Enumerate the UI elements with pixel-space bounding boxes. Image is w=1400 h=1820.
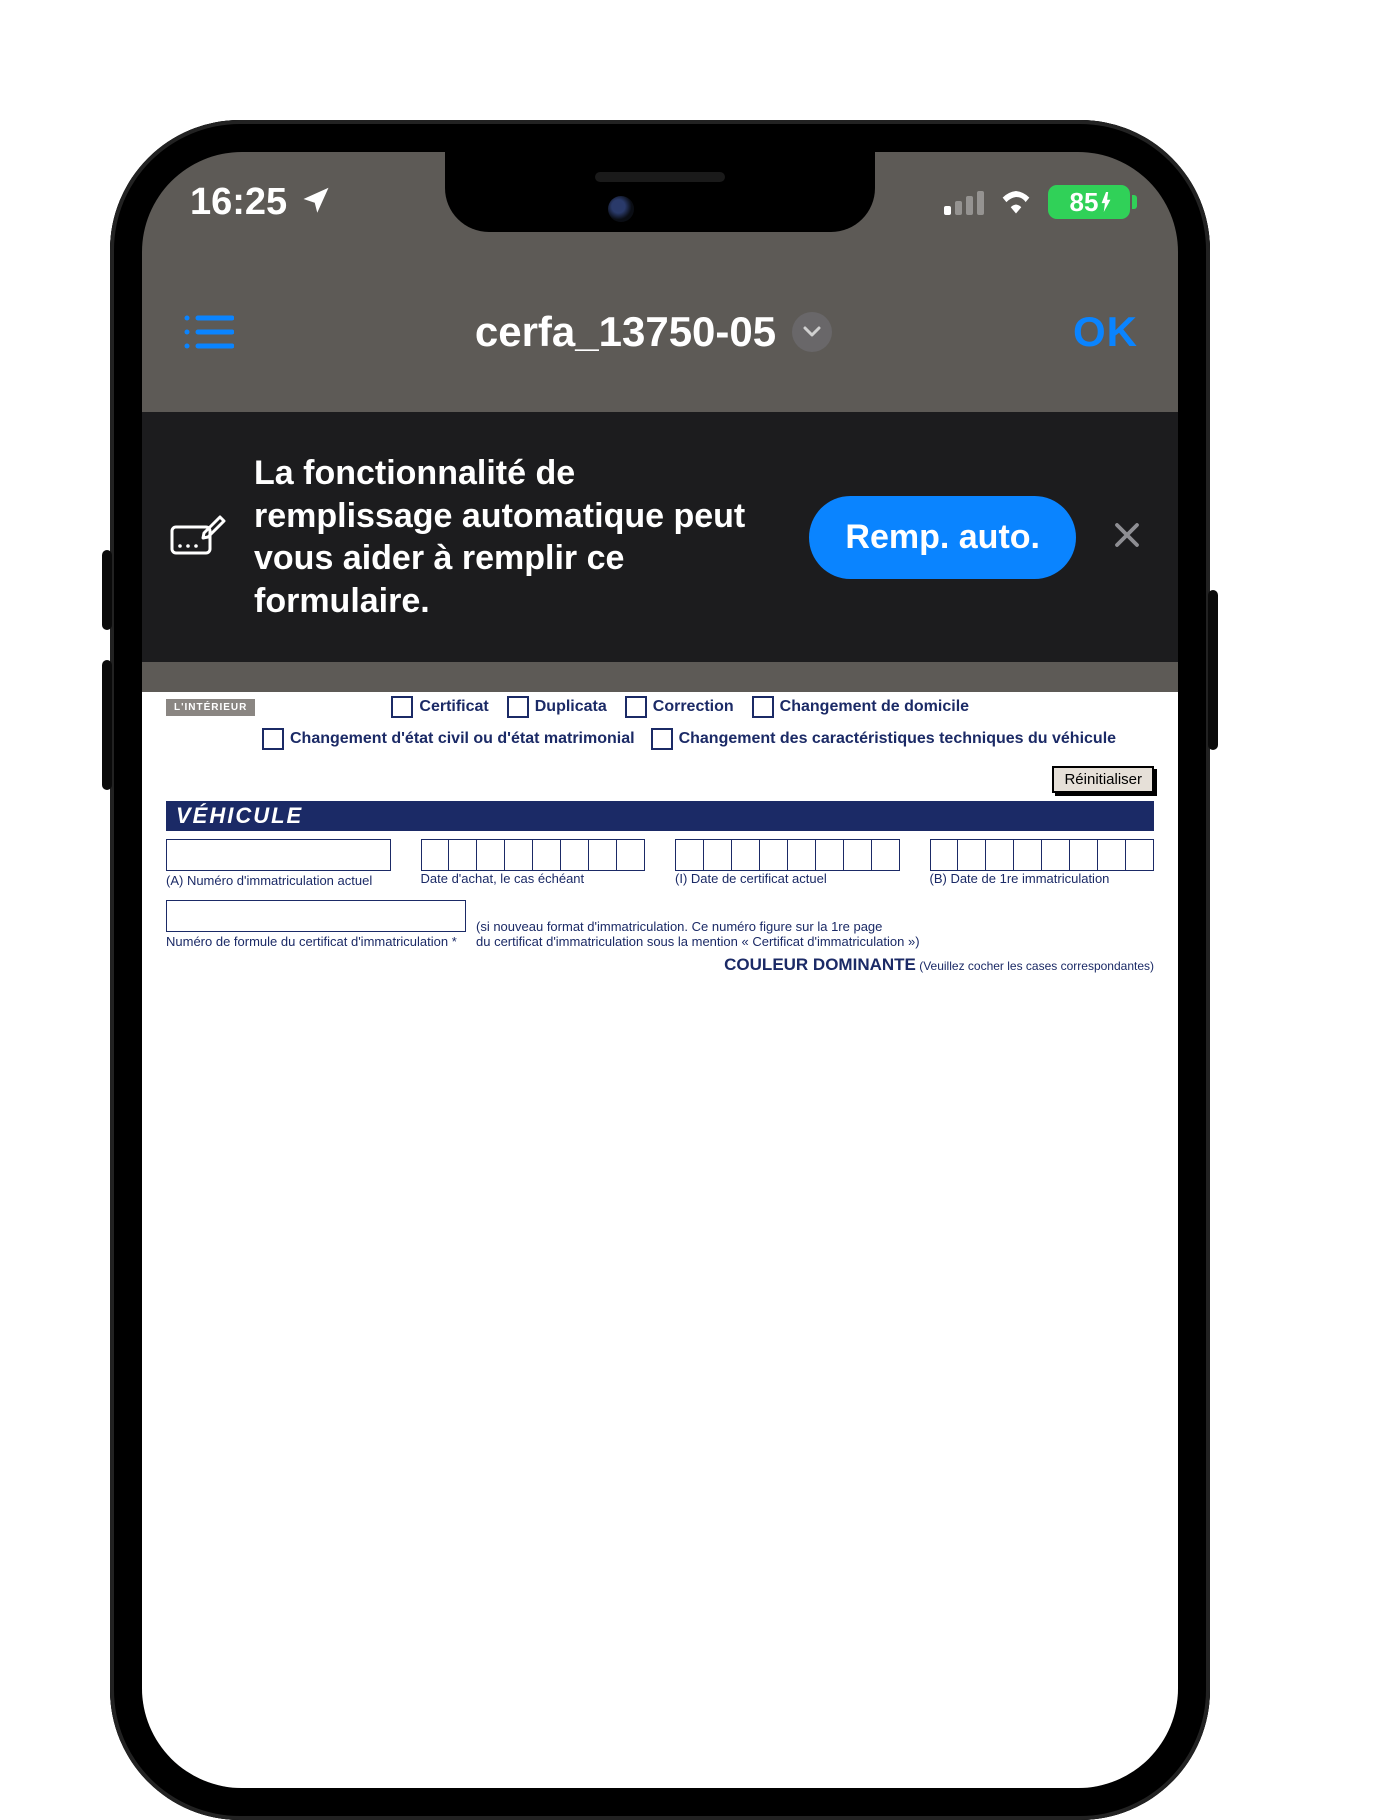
option-etat-civil[interactable]: Changement d'état civil ou d'état matrim… bbox=[262, 728, 635, 750]
front-camera bbox=[608, 196, 634, 222]
option-correction[interactable]: Correction bbox=[625, 696, 734, 718]
pdf-document[interactable]: L'INTÉRIEUR Certificat Duplicata Correct… bbox=[142, 692, 1178, 1788]
close-icon[interactable] bbox=[1104, 520, 1150, 555]
couleur-dominante-label: COULEUR DOMINANTE (Veuillez cocher les c… bbox=[724, 955, 1154, 975]
cellular-signal-icon bbox=[944, 189, 984, 215]
battery-percentage: 85 bbox=[1070, 187, 1099, 218]
form-row-options-1: L'INTÉRIEUR Certificat Duplicata Correct… bbox=[166, 696, 1154, 718]
nav-title: cerfa_13750-05 bbox=[475, 308, 776, 356]
volume-button-1 bbox=[102, 550, 112, 630]
wifi-icon bbox=[998, 186, 1034, 219]
label-numero-formule: Numéro de formule du certificat d'immatr… bbox=[166, 934, 466, 949]
phone-device-frame: 16:25 85 bbox=[110, 120, 1210, 1820]
field-date-certificat[interactable] bbox=[675, 839, 900, 871]
volume-button-2 bbox=[102, 660, 112, 790]
option-changement-domicile[interactable]: Changement de domicile bbox=[752, 696, 969, 718]
phone-screen: 16:25 85 bbox=[142, 152, 1178, 1788]
navigation-bar: cerfa_13750-05 OK bbox=[142, 252, 1178, 412]
autofill-button[interactable]: Remp. auto. bbox=[809, 496, 1076, 579]
notch bbox=[445, 152, 875, 232]
label-date-achat: Date d'achat, le cas échéant bbox=[421, 871, 646, 886]
label-date-certificat: (I) Date de certificat actuel bbox=[675, 871, 900, 886]
vehicule-section-header: VÉHICULE bbox=[166, 801, 1154, 831]
autofill-banner-text: La fonctionnalité de remplissage automat… bbox=[254, 452, 781, 622]
field-numero-formule[interactable] bbox=[166, 900, 466, 932]
reset-button[interactable]: Réinitialiser bbox=[1052, 766, 1154, 793]
vehicule-fields-row: (A) Numéro d'immatriculation actuel Date… bbox=[166, 839, 1154, 888]
label-date-1re-immat: (B) Date de 1re immatriculation bbox=[930, 871, 1155, 886]
field-date-achat[interactable] bbox=[421, 839, 646, 871]
note-formule-2: du certificat d'immatriculation sous la … bbox=[476, 934, 1154, 949]
ok-button[interactable]: OK bbox=[1073, 308, 1138, 356]
nav-title-wrap[interactable]: cerfa_13750-05 bbox=[475, 308, 832, 356]
form-row-options-2: Changement d'état civil ou d'état matrim… bbox=[166, 728, 1154, 793]
option-certificat[interactable]: Certificat bbox=[391, 696, 488, 718]
label-immat-actuel: (A) Numéro d'immatriculation actuel bbox=[166, 873, 391, 888]
autofill-banner: La fonctionnalité de remplissage automat… bbox=[142, 412, 1178, 662]
earpiece-speaker bbox=[595, 172, 725, 182]
location-arrow-icon bbox=[301, 181, 331, 224]
chevron-down-icon[interactable] bbox=[792, 312, 832, 352]
option-duplicata[interactable]: Duplicata bbox=[507, 696, 607, 718]
field-date-1re-immat[interactable] bbox=[930, 839, 1155, 871]
battery-indicator: 85 bbox=[1048, 185, 1130, 219]
interieur-tag: L'INTÉRIEUR bbox=[166, 699, 255, 716]
option-caracteristiques[interactable]: Changement des caractéristiques techniqu… bbox=[651, 728, 1116, 750]
status-time: 16:25 bbox=[190, 181, 287, 224]
power-button bbox=[1208, 590, 1218, 750]
field-immat-actuel[interactable] bbox=[166, 839, 391, 871]
form-autofill-icon bbox=[170, 515, 226, 560]
outline-list-icon[interactable] bbox=[182, 312, 234, 352]
